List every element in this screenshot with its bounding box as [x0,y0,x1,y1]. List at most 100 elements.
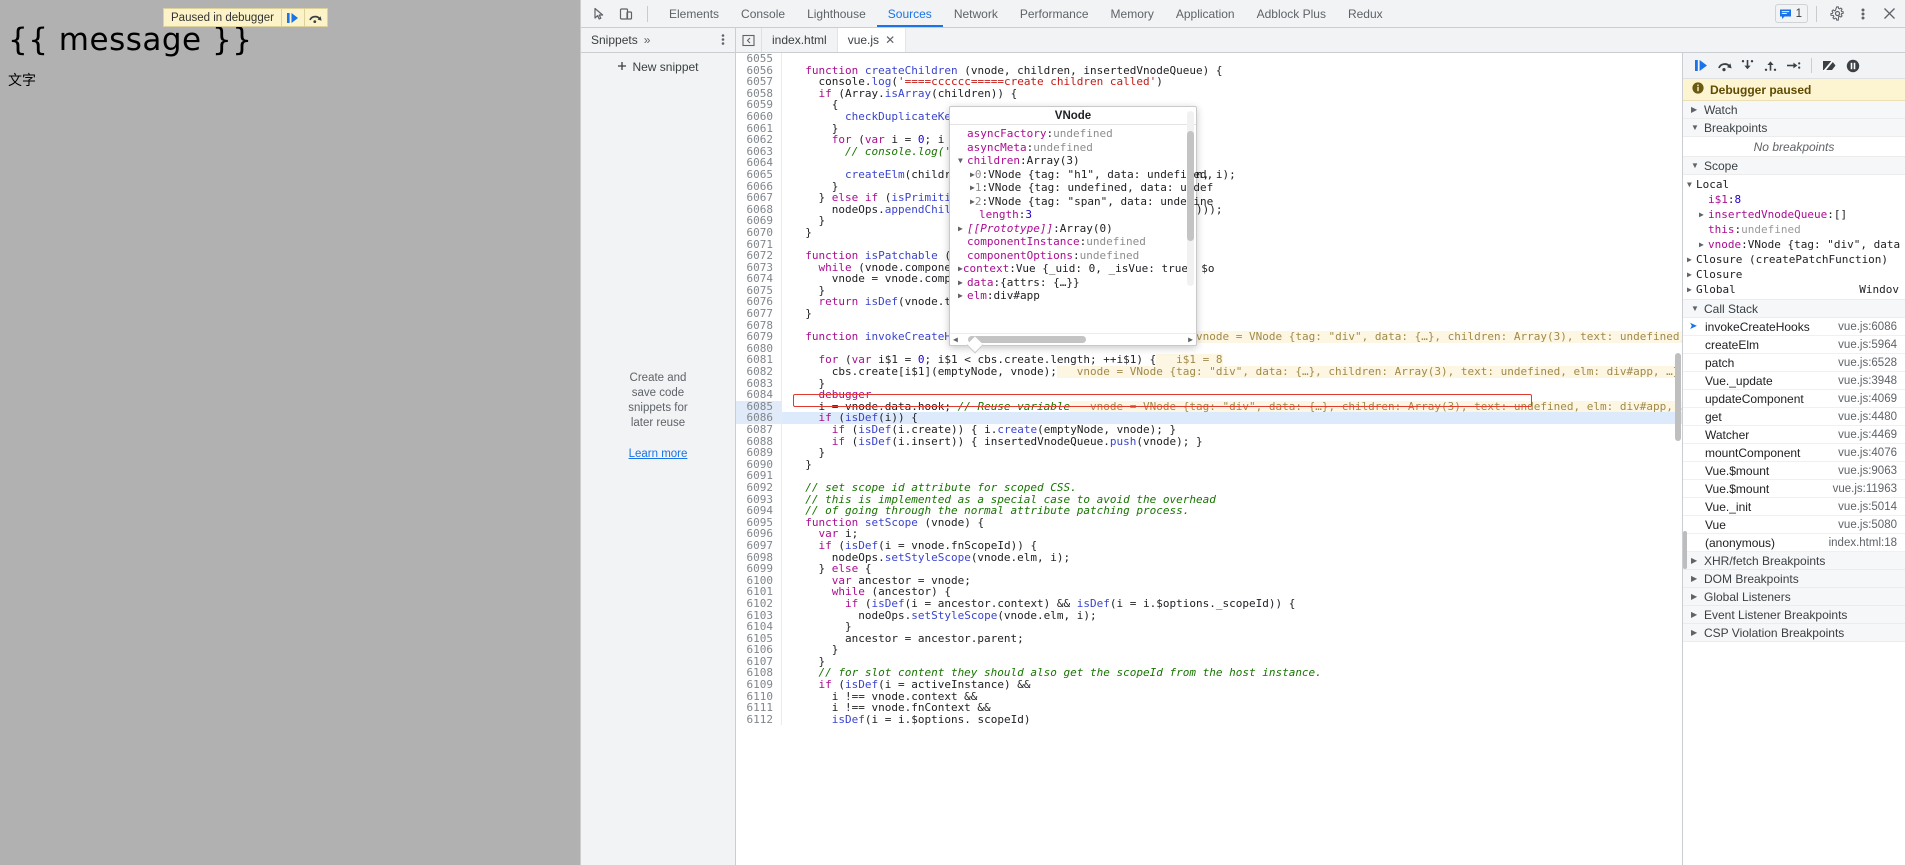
popover-property-row[interactable]: ▶ context: Vue {_uid: 0, _isVue: true, $o [950,262,1215,276]
tab-performance[interactable]: Performance [1009,0,1100,27]
code-text[interactable]: if (Array.isArray(children)) { [782,88,1682,100]
step-icon[interactable] [1783,55,1804,76]
code-text[interactable]: } [782,378,1682,390]
code-text[interactable]: // this is implemented as a special case… [782,494,1682,506]
tab-redux[interactable]: Redux [1337,0,1394,27]
code-text[interactable]: debugger [782,389,1682,401]
code-line[interactable]: 6095 function setScope (vnode) { [736,517,1682,529]
section-header-global-listeners[interactable]: ▶ Global Listeners [1683,588,1905,606]
code-text[interactable]: nodeOps.appendChild(vno ext))); [782,204,1682,216]
code-line[interactable]: 6062 for (var i = 0; i < chi [736,134,1682,146]
code-text[interactable]: } else { [782,563,1682,575]
code-line[interactable]: 6076 return isDef(vnode.tag) [736,296,1682,309]
call-stack-frame[interactable]: patch vue.js:6528 [1683,354,1905,372]
code-line[interactable]: 6110 i !== vnode.context && [736,691,1682,703]
code-text[interactable]: return isDef(vnode.tag) [782,296,1682,308]
code-line[interactable]: 6094 // of going through the normal attr… [736,505,1682,517]
scope-row[interactable]: ▶ vnode: VNode {tag: "div", data [1683,237,1905,252]
section-header-xhr-fetch-breakpoints[interactable]: ▶ XHR/fetch Breakpoints [1683,552,1905,570]
code-text[interactable]: } [782,215,1682,227]
learn-more-link[interactable]: Learn more [581,447,735,462]
line-number[interactable]: 6104 [736,621,782,633]
editor-vertical-scrollbar[interactable] [1675,353,1681,441]
popover-property-row[interactable]: ▶length: 3 [950,208,1196,222]
code-text[interactable]: if (isDef(i)) { [782,412,1682,424]
step-into-next-function-icon[interactable] [1737,55,1758,76]
scope-row[interactable]: ▶ insertedVnodeQueue: [] [1683,207,1905,222]
call-stack-frame[interactable]: Vue.$mount vue.js:11963 [1683,480,1905,498]
code-line[interactable]: 6071 [736,238,1682,251]
device-toolbar-icon[interactable] [614,3,638,25]
tab-adblock-plus[interactable]: Adblock Plus [1246,0,1337,27]
code-text[interactable]: } [782,656,1682,668]
code-line[interactable]: 6107 } [736,656,1682,668]
show-navigator-icon[interactable] [736,28,762,52]
popover-property-row[interactable]: ▶ 0: VNode {tag: "h1", data: undefined, [950,168,1213,182]
code-line[interactable]: 6102 if (isDef(i = ancestor.context) && … [736,598,1682,610]
popover-property-row[interactable]: ▶ data: {attrs: {…}} [950,276,1196,290]
code-line[interactable]: 6096 var i; [736,528,1682,540]
close-icon[interactable]: ✕ [885,33,895,47]
popover-property-row[interactable]: ▶ 1: VNode {tag: undefined, data: undef [950,181,1213,195]
line-number[interactable]: 6062 [736,134,782,146]
code-text[interactable]: if (isDef(i = vnode.fnScopeId)) { [782,540,1682,552]
code-line[interactable]: 6091 [736,470,1682,482]
code-text[interactable]: } [782,285,1682,297]
code-text[interactable]: isDef(i = i.$options._scopeId) [782,714,1682,726]
code-text[interactable]: if (isDef(i.create)) { i.create(emptyNod… [782,424,1682,436]
call-stack-frame[interactable]: mountComponent vue.js:4076 [1683,444,1905,462]
popover-property-row[interactable]: ▶ elm: div#app [950,289,1196,303]
tab-application[interactable]: Application [1165,0,1246,27]
code-text[interactable]: } [782,459,1682,471]
pause-on-exceptions-icon[interactable] [1842,55,1863,76]
code-text[interactable]: if (isDef(i.insert)) { insertedVnodeQueu… [782,436,1682,448]
code-line[interactable]: 6057 console.log('====cccccc=====create … [736,76,1682,88]
code-text[interactable]: while (vnode.componentIns [782,262,1682,274]
code-line[interactable]: 6109 if (isDef(i = activeInstance) && [736,679,1682,691]
resume-script-icon[interactable] [1691,55,1712,76]
code-line[interactable]: 6059 { [736,99,1682,111]
section-header-csp-violation-breakpoints[interactable]: ▶ CSP Violation Breakpoints [1683,624,1905,642]
chevron-right-icon[interactable]: ▶ [1687,270,1696,279]
code-text[interactable]: // console.log('chil [782,146,1682,158]
step-out-of-function-icon[interactable] [1760,55,1781,76]
more-options-icon[interactable] [721,33,725,47]
popover-horizontal-scrollbar-thumb[interactable] [968,336,1086,343]
code-text[interactable]: // set scope id attribute for scoped CSS… [782,482,1682,494]
code-line[interactable]: 6086 if (isDef(i)) { [736,412,1682,424]
scope-row[interactable]: ▶ Closure [1683,267,1905,282]
code-line[interactable]: 6108 // for slot content they should als… [736,667,1682,680]
line-number[interactable]: 6099 [736,563,782,575]
chevron-right-icon[interactable]: ▶ [1687,255,1696,264]
chevron-right-icon[interactable]: ▶ [958,278,967,287]
code-text[interactable]: } [782,123,1682,135]
code-line[interactable]: 6060 checkDuplicateKeys(children); [736,111,1682,123]
code-line[interactable]: 6089 } [736,447,1682,459]
code-text[interactable]: } [782,227,1682,239]
code-line[interactable]: 6085 i = vnode.data.hook; // Reuse varia… [736,401,1682,413]
code-text[interactable]: vnode = vnode.component [782,273,1682,285]
resume-script-icon[interactable] [282,9,304,26]
scroll-right-icon[interactable]: ▶ [1185,335,1196,344]
code-text[interactable]: var ancestor = vnode; [782,575,1682,587]
code-text[interactable]: i !== vnode.fnContext && [782,702,1682,714]
code-line[interactable]: 6077 } [736,308,1682,320]
code-text[interactable]: // of going through the normal attribute… [782,505,1682,517]
code-line[interactable]: 6063 // console.log('chil [736,146,1682,158]
call-stack-frame[interactable]: createElm vue.js:5964 [1683,336,1905,354]
code-text[interactable]: checkDuplicateKeys(children); [782,111,1682,123]
code-line[interactable]: 6058 if (Array.isArray(children)) { [736,88,1682,100]
code-line[interactable]: 6097 if (isDef(i = vnode.fnScopeId)) { [736,540,1682,552]
object-popover-vnode[interactable]: VNode ▶asyncFactory: undefined▶asyncMeta… [949,106,1215,346]
code-line[interactable]: 6106 } [736,644,1682,656]
tab-console[interactable]: Console [730,0,796,27]
code-line[interactable]: 6111 i !== vnode.fnContext && [736,702,1682,714]
tab-memory[interactable]: Memory [1100,0,1165,27]
code-line[interactable]: 6061 } [736,122,1682,135]
code-line[interactable]: 6083 } [736,378,1682,390]
tab-elements[interactable]: Elements [658,0,730,27]
line-number[interactable]: 6067 [736,192,782,204]
code-line[interactable]: 6098 nodeOps.setStyleScope(vnode.elm, i)… [736,551,1682,564]
code-text[interactable]: nodeOps.setStyleScope(vnode.elm, i); [782,610,1682,622]
chevron-right-icon[interactable]: ▶ [1699,240,1708,249]
